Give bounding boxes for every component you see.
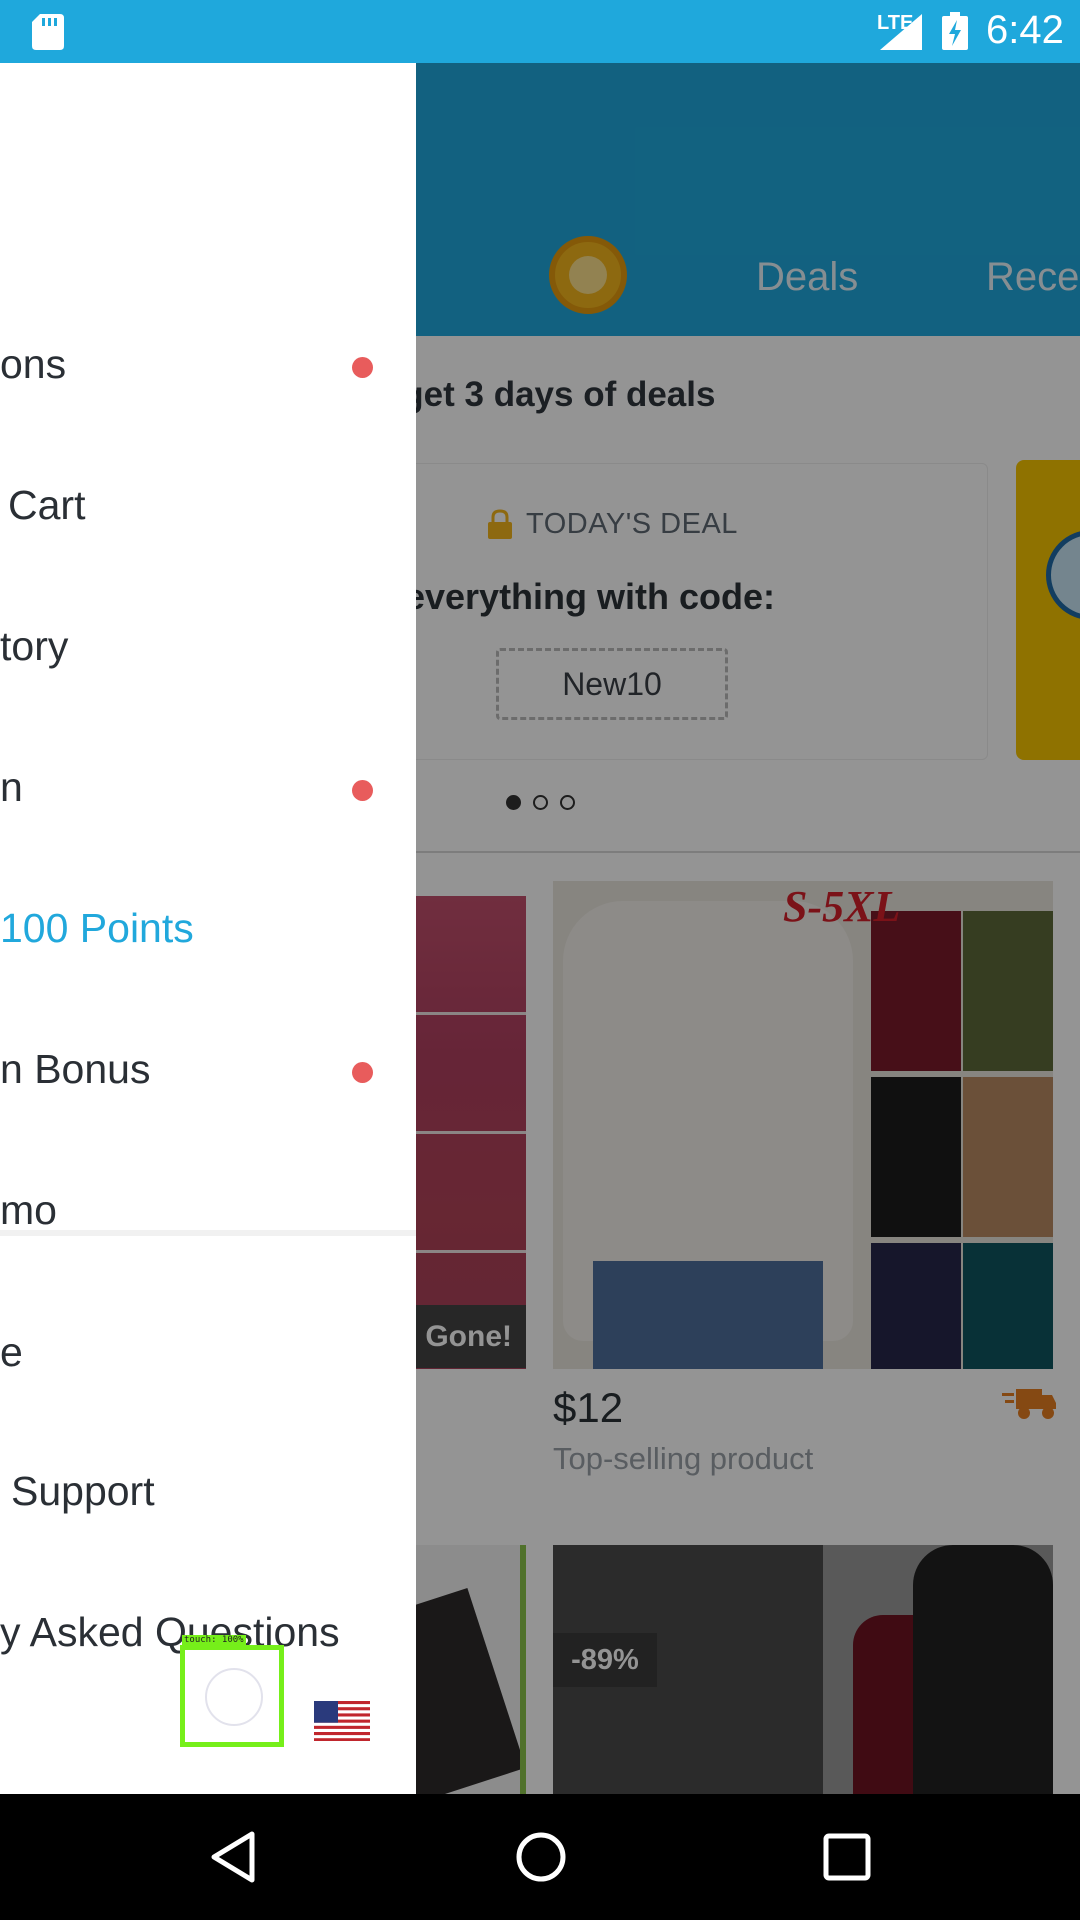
- drawer-item-label: Support: [11, 1468, 155, 1514]
- navigation-drawer: ons Cart tory n 100 Points n Bonus mo e …: [0, 63, 416, 1794]
- notification-dot: [352, 780, 373, 801]
- drawer-item-label: tory: [0, 623, 69, 669]
- drawer-item-4[interactable]: n: [0, 738, 416, 838]
- drawer-item-bonus[interactable]: n Bonus: [0, 1020, 416, 1120]
- home-icon[interactable]: [514, 1830, 568, 1884]
- drawer-item-label: y Asked Questions: [0, 1609, 340, 1655]
- status-bar: LTE 6:42: [0, 0, 1080, 63]
- drawer-item-history[interactable]: tory: [0, 597, 416, 697]
- loading-spinner-icon: [205, 1668, 263, 1726]
- drawer-item-label: e: [0, 1329, 23, 1375]
- drawer-item-notifications[interactable]: ons: [0, 315, 416, 415]
- drawer-item-label: n Bonus: [0, 1046, 151, 1092]
- drawer-item-support[interactable]: Support: [0, 1442, 416, 1542]
- touch-indicator-label: touch: 100%: [182, 1635, 246, 1645]
- drawer-item-label: mo: [0, 1187, 57, 1233]
- clock: 6:42: [986, 8, 1064, 52]
- drawer-item-label: n: [0, 764, 23, 810]
- drawer-item-8[interactable]: e: [0, 1303, 416, 1403]
- notification-dot: [352, 1062, 373, 1083]
- drawer-item-label: ons: [0, 341, 67, 387]
- drawer-item-label: 100 Points: [0, 905, 194, 951]
- sd-card-icon: [32, 14, 64, 50]
- drawer-item-label: Cart: [8, 482, 86, 528]
- recents-icon[interactable]: [820, 1830, 874, 1884]
- signal-icon: [880, 14, 922, 50]
- drawer-item-points[interactable]: 100 Points: [0, 879, 416, 979]
- battery-charging-icon: [942, 12, 968, 50]
- touch-indicator: [180, 1645, 284, 1747]
- system-nav-bar: [0, 1794, 1080, 1920]
- drawer-item-promo[interactable]: mo: [0, 1161, 416, 1233]
- notification-dot: [352, 357, 373, 378]
- drawer-divider: [0, 1230, 416, 1236]
- back-icon[interactable]: [208, 1830, 262, 1884]
- drawer-item-cart[interactable]: Cart: [0, 456, 416, 556]
- us-flag-icon[interactable]: [314, 1701, 370, 1741]
